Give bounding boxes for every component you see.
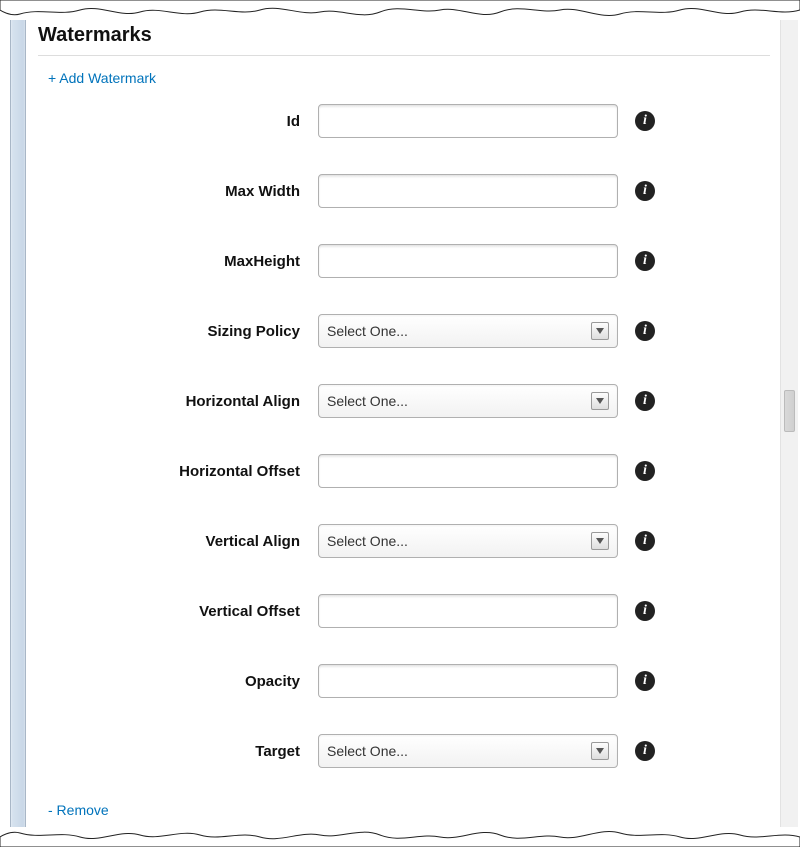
add-watermark-link[interactable]: + Add Watermark bbox=[48, 70, 156, 86]
form-row-horizontal_offset: Horizontal Offset i bbox=[38, 454, 770, 488]
sizing_policy-select-value: Select One... bbox=[327, 323, 591, 339]
opacity-input[interactable] bbox=[318, 664, 618, 698]
opacity-control bbox=[318, 664, 618, 698]
target-select-value: Select One... bbox=[327, 743, 591, 759]
info-icon[interactable]: i bbox=[635, 531, 655, 551]
opacity-info-cell: i bbox=[618, 671, 658, 691]
info-icon[interactable]: i bbox=[635, 601, 655, 621]
vertical_offset-info-cell: i bbox=[618, 601, 658, 621]
vertical_align-select[interactable]: Select One... bbox=[318, 524, 618, 558]
horizontal_align-select[interactable]: Select One... bbox=[318, 384, 618, 418]
horizontal_align-info-cell: i bbox=[618, 391, 658, 411]
form-row-sizing_policy: Sizing Policy Select One... i bbox=[38, 314, 770, 348]
vertical_offset-input[interactable] bbox=[318, 594, 618, 628]
horizontal_align-label: Horizontal Align bbox=[38, 393, 318, 410]
form-row-max_width: Max Width i bbox=[38, 174, 770, 208]
horizontal_offset-info-cell: i bbox=[618, 461, 658, 481]
left-rail bbox=[10, 12, 26, 835]
vertical_offset-control bbox=[318, 594, 618, 628]
max_height-control bbox=[318, 244, 618, 278]
form-row-vertical_align: Vertical Align Select One... i bbox=[38, 524, 770, 558]
max_width-input[interactable] bbox=[318, 174, 618, 208]
sizing_policy-select[interactable]: Select One... bbox=[318, 314, 618, 348]
form-row-opacity: Opacity i bbox=[38, 664, 770, 698]
max_width-label: Max Width bbox=[38, 183, 318, 200]
sizing_policy-label: Sizing Policy bbox=[38, 323, 318, 340]
horizontal_offset-control bbox=[318, 454, 618, 488]
form-rows: Id i Max Width i MaxHeight i Sizing Policy Sele… bbox=[38, 104, 770, 768]
form-row-max_height: MaxHeight i bbox=[38, 244, 770, 278]
info-icon[interactable]: i bbox=[635, 181, 655, 201]
horizontal_offset-input[interactable] bbox=[318, 454, 618, 488]
info-icon[interactable]: i bbox=[635, 111, 655, 131]
id-control bbox=[318, 104, 618, 138]
info-icon[interactable]: i bbox=[635, 671, 655, 691]
form-row-horizontal_align: Horizontal Align Select One... i bbox=[38, 384, 770, 418]
sizing_policy-info-cell: i bbox=[618, 321, 658, 341]
id-input[interactable] bbox=[318, 104, 618, 138]
watermarks-section: Watermarks + Add Watermark IdiMax Widthi… bbox=[38, 12, 790, 835]
chevron-down-icon bbox=[591, 742, 609, 760]
chevron-down-icon bbox=[591, 322, 609, 340]
horizontal_align-control: Select One... bbox=[318, 384, 618, 418]
vertical_align-control: Select One... bbox=[318, 524, 618, 558]
form-row-vertical_offset: Vertical Offset i bbox=[38, 594, 770, 628]
vertical_align-select-value: Select One... bbox=[327, 533, 591, 549]
form-row-target: Target Select One... i bbox=[38, 734, 770, 768]
chevron-down-icon bbox=[591, 532, 609, 550]
scrollbar-thumb[interactable] bbox=[784, 390, 795, 432]
sizing_policy-control: Select One... bbox=[318, 314, 618, 348]
target-control: Select One... bbox=[318, 734, 618, 768]
info-icon[interactable]: i bbox=[635, 251, 655, 271]
id-info-cell: i bbox=[618, 111, 658, 131]
vertical_align-label: Vertical Align bbox=[38, 533, 318, 550]
info-icon[interactable]: i bbox=[635, 391, 655, 411]
remove-link[interactable]: - Remove bbox=[48, 802, 109, 818]
vertical-scrollbar[interactable] bbox=[780, 12, 798, 835]
target-info-cell: i bbox=[618, 741, 658, 761]
vertical_offset-label: Vertical Offset bbox=[38, 603, 318, 620]
id-label: Id bbox=[38, 113, 318, 130]
torn-edge-top bbox=[0, 0, 800, 20]
form-row-id: Id i bbox=[38, 104, 770, 138]
max_height-info-cell: i bbox=[618, 251, 658, 271]
max_height-label: MaxHeight bbox=[38, 253, 318, 270]
chevron-down-icon bbox=[591, 392, 609, 410]
torn-edge-bottom bbox=[0, 827, 800, 847]
horizontal_align-select-value: Select One... bbox=[327, 393, 591, 409]
target-select[interactable]: Select One... bbox=[318, 734, 618, 768]
info-icon[interactable]: i bbox=[635, 461, 655, 481]
target-label: Target bbox=[38, 743, 318, 760]
max_width-info-cell: i bbox=[618, 181, 658, 201]
opacity-label: Opacity bbox=[38, 673, 318, 690]
info-icon[interactable]: i bbox=[635, 321, 655, 341]
vertical_align-info-cell: i bbox=[618, 531, 658, 551]
max_height-input[interactable] bbox=[318, 244, 618, 278]
max_width-control bbox=[318, 174, 618, 208]
info-icon[interactable]: i bbox=[635, 741, 655, 761]
horizontal_offset-label: Horizontal Offset bbox=[38, 463, 318, 480]
